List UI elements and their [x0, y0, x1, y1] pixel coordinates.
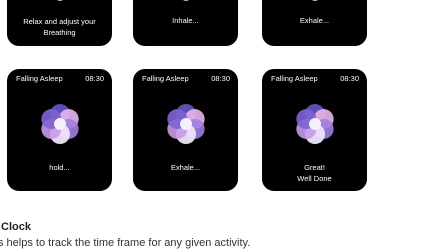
screen-caption: Exhale...	[133, 162, 238, 173]
screen-header: Falling Asleep 08:30	[142, 73, 230, 84]
watch-screen-relax: Relax and adjust your Breathing	[7, 0, 112, 46]
watch-screen-hold: Falling Asleep 08:30 hold...	[7, 69, 112, 191]
watch-screen-exhale-2: Falling Asleep 08:30 Exhale...	[133, 69, 238, 191]
caption-line: hold...	[49, 163, 70, 172]
breathing-flower-icon	[292, 104, 337, 144]
screen-time: 08:30	[85, 74, 104, 83]
caption-line: Exhale...	[299, 16, 330, 25]
screen-caption: Relax and adjust your Breathing	[7, 16, 112, 38]
breathing-flower-icon	[37, 104, 82, 144]
caption-line: Breathing	[43, 28, 76, 37]
caption-line: Relax and adjust your	[23, 17, 96, 26]
section-description: s helps to track the time frame for any …	[0, 237, 251, 249]
screen-caption: hold...	[7, 162, 112, 173]
screen-title: Falling Asleep	[271, 74, 318, 83]
breathing-flower-icon	[163, 104, 208, 144]
caption-line: Exhale...	[170, 163, 201, 172]
screen-title: Falling Asleep	[142, 74, 189, 83]
caption-line: Great!	[304, 163, 325, 172]
breathing-flower-icon	[172, 0, 199, 2]
breathing-flower-icon	[301, 0, 328, 2]
caption-line: Inhale...	[172, 16, 199, 25]
screen-caption: Exhale...	[262, 15, 367, 26]
screen-title: Falling Asleep	[16, 74, 63, 83]
screen-caption: Great! Well Done	[262, 162, 367, 184]
screen-caption: Inhale...	[133, 15, 238, 26]
breathing-flower-icon	[46, 0, 73, 2]
screen-header: Falling Asleep 08:30	[16, 73, 104, 84]
screen-header: Falling Asleep 08:30	[271, 73, 359, 84]
watch-screen-exhale: Exhale...	[262, 0, 367, 46]
section-title: Clock	[1, 221, 31, 233]
watch-screen-inhale: Inhale...	[133, 0, 238, 46]
watch-screen-done: Falling Asleep 08:30 Great! Well Done	[262, 69, 367, 191]
caption-line: Well Done	[297, 174, 332, 183]
screen-time: 08:30	[211, 74, 230, 83]
screen-time: 08:30	[340, 74, 359, 83]
